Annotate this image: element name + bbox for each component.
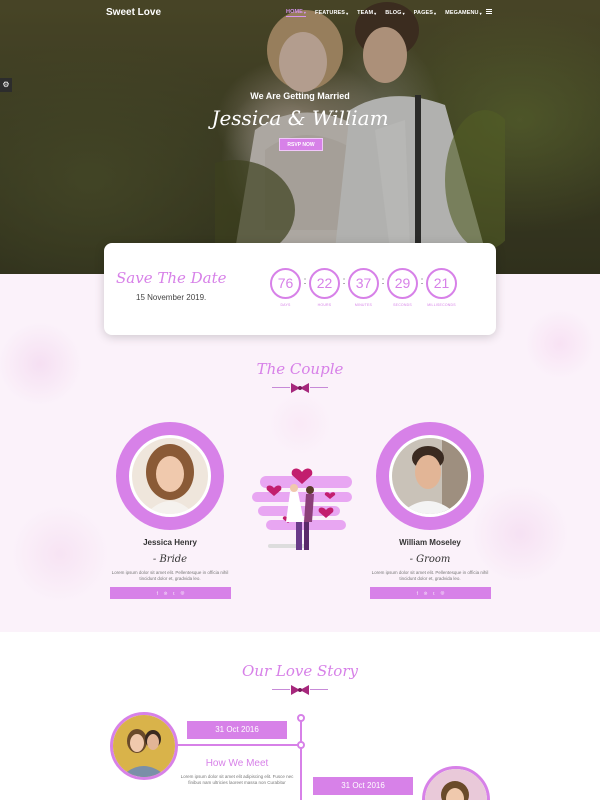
groom-social-bar: f ℗ t ◎ bbox=[370, 587, 491, 599]
facebook-icon[interactable]: f bbox=[417, 591, 418, 596]
menu-item-team[interactable]: TEAM ▾ bbox=[357, 9, 376, 17]
story-photo-2 bbox=[422, 766, 490, 800]
bride-bio: Lorem ipsum dolor sit amet elit. Pellent… bbox=[111, 570, 229, 581]
menu-item-features[interactable]: FEATURES ▾ bbox=[315, 9, 348, 17]
countdown-seconds: 29 SECONDS bbox=[387, 268, 418, 307]
groom-name: William Moseley bbox=[399, 538, 461, 547]
save-the-date-title: Save The Date bbox=[116, 269, 227, 287]
chevron-down-icon: ▾ bbox=[434, 10, 437, 16]
couple-section-title: The Couple bbox=[256, 360, 344, 378]
bride-name: Jessica Henry bbox=[143, 538, 197, 547]
gear-icon[interactable]: ⚙ bbox=[0, 78, 12, 92]
hamburger-menu-icon[interactable] bbox=[486, 9, 492, 14]
brand-logo[interactable]: Sweet Love bbox=[106, 7, 161, 18]
countdown-separator: : bbox=[303, 276, 307, 287]
bride-role: - Bride bbox=[152, 554, 188, 565]
instagram-icon[interactable]: ◎ bbox=[440, 590, 444, 596]
hero-section: Sweet Love HOME ▾ FEATURES ▾ TEAM ▾ BLOG ▾ P… bbox=[0, 0, 600, 274]
countdown-hours: 22 HOURS bbox=[309, 268, 340, 307]
groom-bio: Lorem ipsum dolor sit amet elit. Pellent… bbox=[371, 570, 489, 581]
story-text-1: Lorem ipsum dolor sit amet elit adipisci… bbox=[180, 774, 294, 785]
instagram-icon[interactable]: ◎ bbox=[180, 590, 184, 596]
timeline-line bbox=[300, 718, 302, 800]
main-menu: HOME ▾ FEATURES ▾ TEAM ▾ BLOG ▾ PAGES ▾ MEGAM… bbox=[286, 9, 491, 17]
save-the-date-card: Save The Date 15 November 2019. 76 DAYS … bbox=[104, 243, 496, 335]
groom-role: - Groom bbox=[409, 554, 451, 565]
countdown-separator: : bbox=[381, 276, 385, 287]
bride-photo-frame bbox=[116, 422, 224, 530]
countdown-timer: 76 DAYS : 22 HOURS : 37 MINUTES : 29 SEC… bbox=[270, 268, 457, 307]
chevron-down-icon: ▾ bbox=[374, 10, 377, 16]
countdown-days: 76 DAYS bbox=[270, 268, 301, 307]
bow-divider-icon bbox=[272, 684, 328, 696]
menu-item-blog[interactable]: BLOG ▾ bbox=[385, 9, 404, 17]
groom-photo bbox=[392, 438, 468, 514]
story-heading-1: How We Meet bbox=[205, 758, 269, 769]
wedding-date: 15 November 2019. bbox=[136, 293, 207, 302]
bow-divider-icon bbox=[272, 382, 328, 394]
timeline-dot bbox=[297, 741, 305, 749]
timeline-dot bbox=[297, 714, 305, 722]
menu-item-home[interactable]: HOME ▾ bbox=[286, 9, 307, 17]
menu-item-pages[interactable]: PAGES ▾ bbox=[414, 9, 436, 17]
groom-photo-frame bbox=[376, 422, 484, 530]
twitter-icon[interactable]: t bbox=[173, 591, 174, 596]
rsvp-button[interactable]: RSVP NOW bbox=[279, 138, 323, 151]
hero-overlay bbox=[0, 0, 600, 274]
pinterest-icon[interactable]: ℗ bbox=[164, 591, 167, 596]
twitter-icon[interactable]: t bbox=[433, 591, 434, 596]
facebook-icon[interactable]: f bbox=[157, 591, 158, 596]
countdown-milliseconds: 21 MILLISECONDS bbox=[426, 268, 457, 307]
bride-social-bar: f ℗ t ◎ bbox=[110, 587, 231, 599]
story-date-2: 31 Oct 2016 bbox=[313, 777, 413, 795]
chevron-down-icon: ▾ bbox=[303, 9, 307, 15]
countdown-minutes: 37 MINUTES bbox=[348, 268, 379, 307]
hero-subtitle: We Are Getting Married bbox=[250, 91, 350, 101]
love-story-title: Our Love Story bbox=[242, 662, 358, 680]
hero-title: Jessica & William bbox=[211, 106, 389, 130]
chevron-down-icon: ▾ bbox=[346, 10, 349, 16]
bride-photo bbox=[132, 438, 208, 514]
couple-hearts-illustration bbox=[252, 468, 352, 550]
top-nav: Sweet Love HOME ▾ FEATURES ▾ TEAM ▾ BLOG ▾ P… bbox=[0, 0, 600, 28]
story-date-1: 31 Oct 2016 bbox=[187, 721, 287, 739]
menu-item-megamenu[interactable]: MEGAMENU ▾ bbox=[445, 9, 482, 17]
pinterest-icon[interactable]: ℗ bbox=[424, 591, 427, 596]
chevron-down-icon: ▾ bbox=[479, 10, 482, 16]
countdown-separator: : bbox=[342, 276, 346, 287]
countdown-separator: : bbox=[420, 276, 424, 287]
story-photo-1 bbox=[110, 712, 178, 780]
chevron-down-icon: ▾ bbox=[402, 10, 405, 16]
timeline-connector bbox=[176, 744, 298, 746]
